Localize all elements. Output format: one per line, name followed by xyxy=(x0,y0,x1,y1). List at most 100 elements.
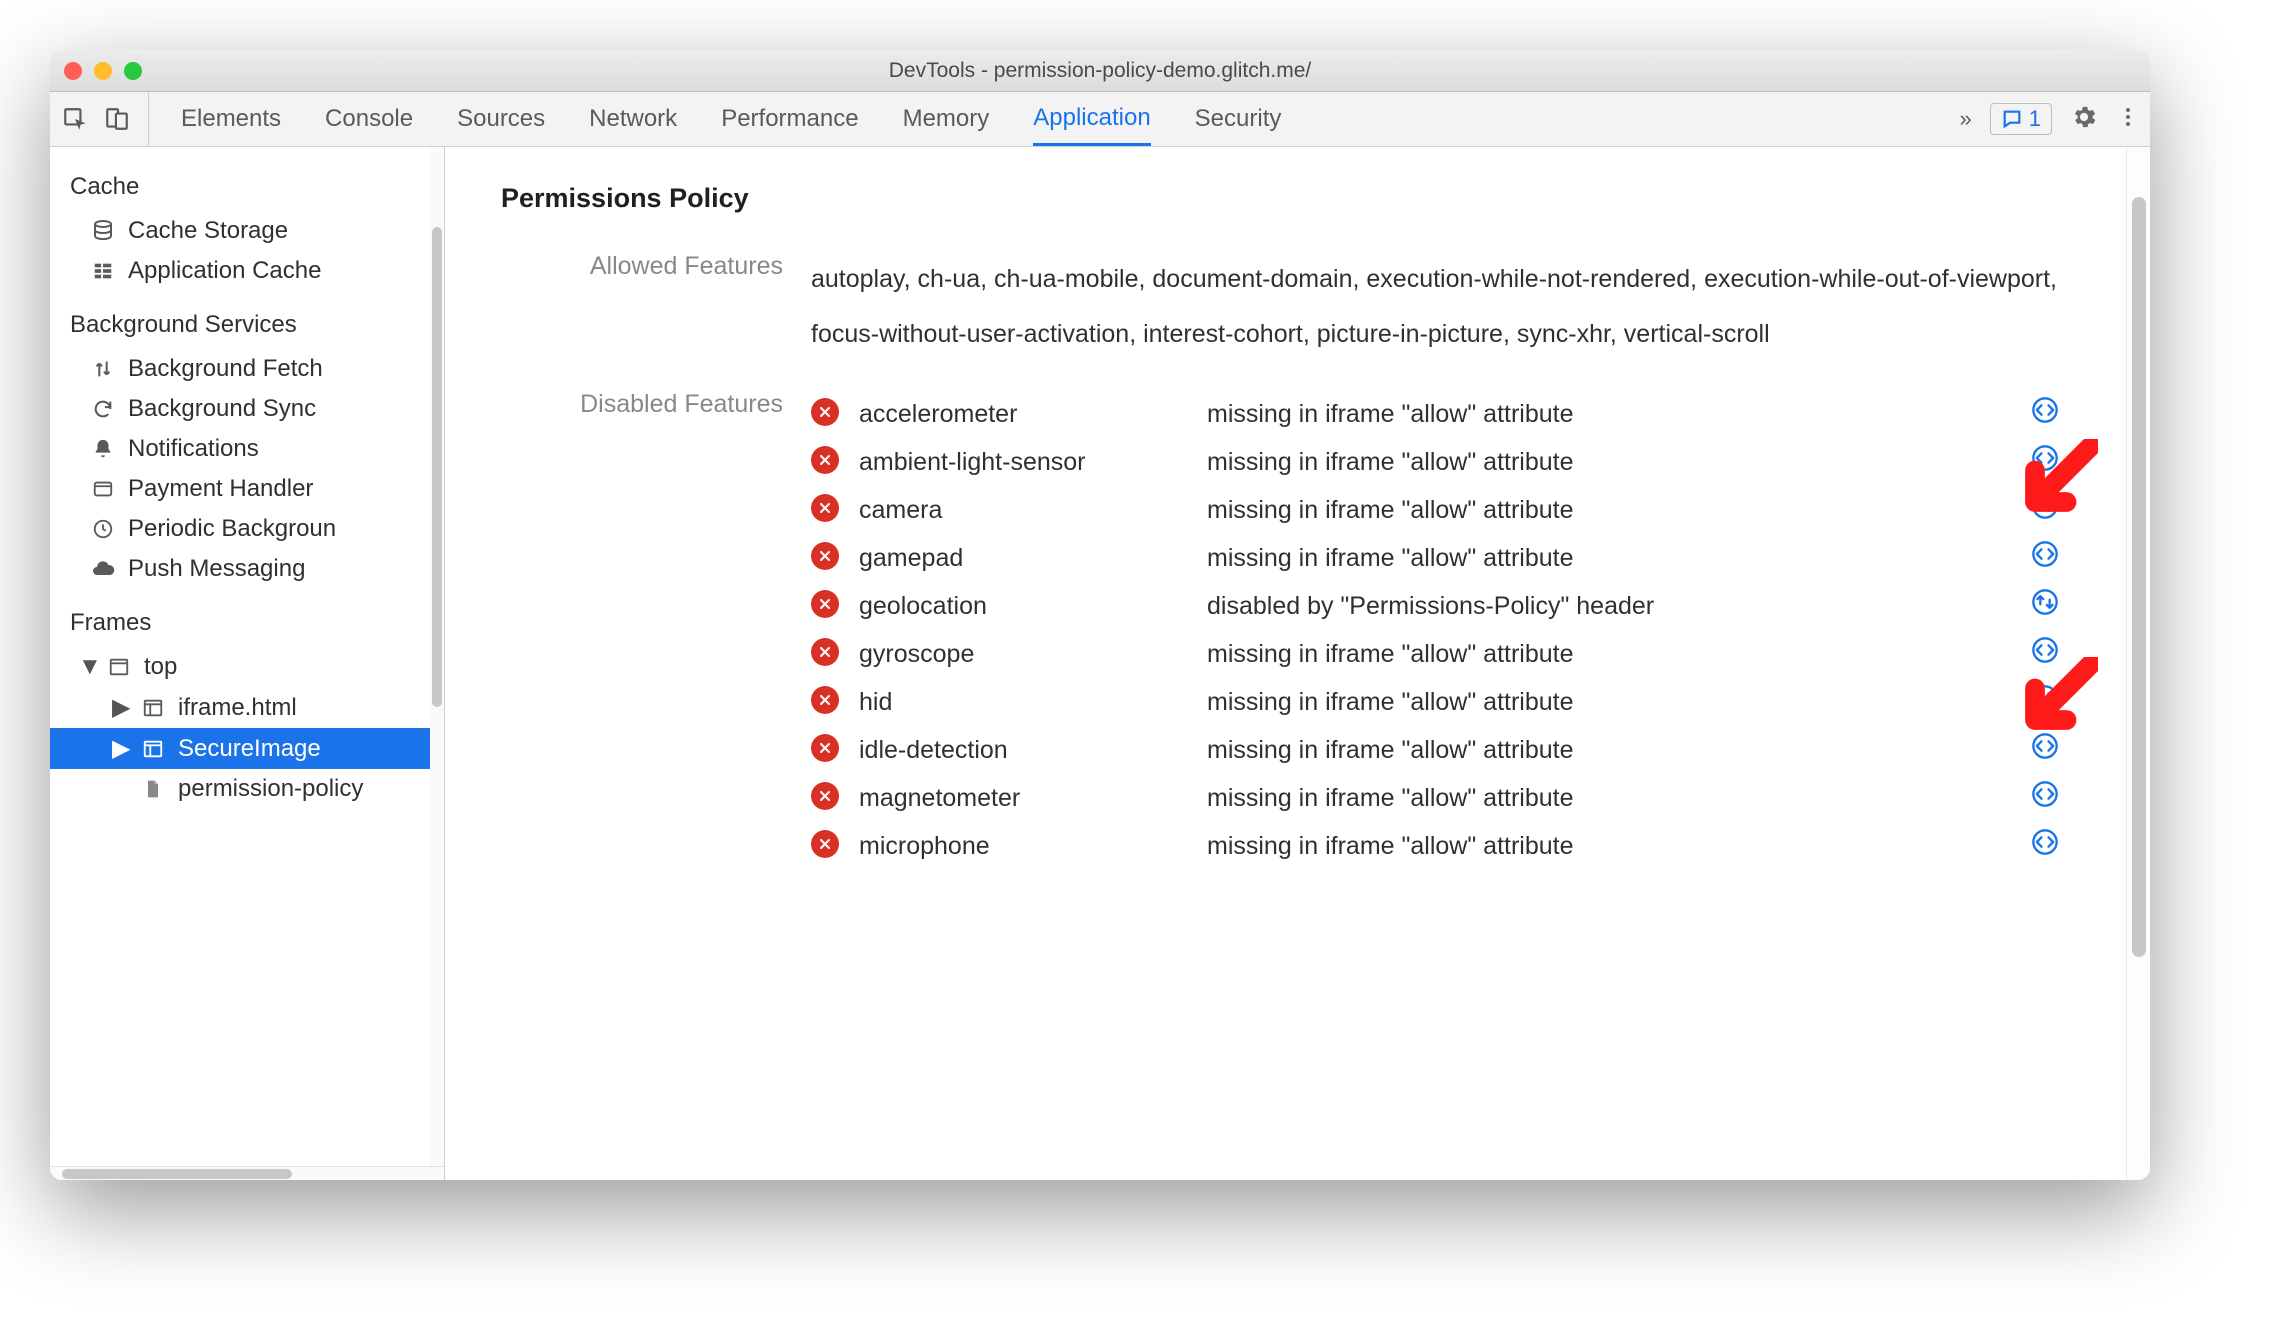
frames-tree-permission-policy[interactable]: permission-policy xyxy=(50,769,444,809)
allowed-features-label: Allowed Features xyxy=(501,252,811,281)
tab-sources[interactable]: Sources xyxy=(457,92,545,146)
updown-arrows-icon xyxy=(90,356,116,382)
more-tabs-button[interactable]: » xyxy=(1960,106,1972,132)
tab-security[interactable]: Security xyxy=(1195,92,1282,146)
error-badge-icon xyxy=(811,542,839,570)
main-panel: Permissions Policy Allowed Features auto… xyxy=(445,147,2150,1180)
disabled-feature-row: accelerometermissing in iframe "allow" a… xyxy=(811,390,2070,438)
reveal-link-icon[interactable] xyxy=(2020,492,2070,520)
reveal-link-icon[interactable] xyxy=(2020,588,2070,616)
feature-name: accelerometer xyxy=(859,394,1199,434)
device-toggle-icon[interactable] xyxy=(102,104,132,134)
feature-name: gyroscope xyxy=(859,634,1199,674)
issues-count: 1 xyxy=(2029,106,2041,132)
frames-tree-top[interactable]: ▼ top xyxy=(50,647,444,687)
disabled-feature-row: geolocationdisabled by "Permissions-Poli… xyxy=(811,582,2070,630)
feature-reason: missing in iframe "allow" attribute xyxy=(1207,682,2012,722)
sidebar-item-label: Periodic Backgroun xyxy=(128,515,336,543)
tab-console[interactable]: Console xyxy=(325,92,413,146)
reveal-link-icon[interactable] xyxy=(2020,732,2070,760)
feature-reason: missing in iframe "allow" attribute xyxy=(1207,730,2012,770)
sidebar-item-label: Push Messaging xyxy=(128,555,305,583)
feature-reason: missing in iframe "allow" attribute xyxy=(1207,634,2012,674)
sidebar-item-label: Background Sync xyxy=(128,395,316,423)
iframe-icon xyxy=(140,736,166,762)
disclosure-triangle-icon[interactable]: ▶ xyxy=(112,693,128,722)
disabled-feature-row: magnetometermissing in iframe "allow" at… xyxy=(811,774,2070,822)
sidebar-item-application-cache[interactable]: Application Cache xyxy=(50,251,444,291)
reveal-link-icon[interactable] xyxy=(2020,444,2070,472)
tab-performance[interactable]: Performance xyxy=(721,92,858,146)
frame-label: SecureImage xyxy=(178,735,321,763)
reveal-link-icon[interactable] xyxy=(2020,780,2070,808)
disabled-features-row: Disabled Features accelerometermissing i… xyxy=(501,390,2070,870)
sidebar-item-label: Notifications xyxy=(128,435,259,463)
sidebar-item-periodic-background[interactable]: Periodic Backgroun xyxy=(50,509,444,549)
main-vertical-scrollbar[interactable] xyxy=(2126,147,2150,1180)
reveal-link-icon[interactable] xyxy=(2020,540,2070,568)
sidebar-item-label: Background Fetch xyxy=(128,355,323,383)
feature-name: ambient-light-sensor xyxy=(859,442,1199,482)
sidebar-section-background-services: Background Services xyxy=(50,291,444,349)
frames-tree-iframe[interactable]: ▶ iframe.html xyxy=(50,687,444,728)
sidebar-item-payment-handler[interactable]: Payment Handler xyxy=(50,469,444,509)
sidebar-item-label: Cache Storage xyxy=(128,217,288,245)
frame-label: permission-policy xyxy=(178,775,363,803)
sidebar-section-cache: Cache xyxy=(50,153,444,211)
allowed-features-row: Allowed Features autoplay, ch-ua, ch-ua-… xyxy=(501,252,2070,362)
window-title: DevTools - permission-policy-demo.glitch… xyxy=(50,59,2150,83)
error-badge-icon xyxy=(811,734,839,762)
sidebar-item-notifications[interactable]: Notifications xyxy=(50,429,444,469)
reveal-link-icon[interactable] xyxy=(2020,636,2070,664)
disclosure-triangle-icon[interactable]: ▼ xyxy=(78,653,94,681)
disabled-feature-row: gamepadmissing in iframe "allow" attribu… xyxy=(811,534,2070,582)
error-badge-icon xyxy=(811,446,839,474)
disabled-feature-row: hidmissing in iframe "allow" attribute xyxy=(811,678,2070,726)
more-options-icon[interactable] xyxy=(2116,105,2140,134)
error-badge-icon xyxy=(811,494,839,522)
sidebar-item-background-fetch[interactable]: Background Fetch xyxy=(50,349,444,389)
reveal-link-icon[interactable] xyxy=(2020,684,2070,712)
sidebar-horizontal-scrollbar[interactable] xyxy=(50,1166,444,1180)
error-badge-icon xyxy=(811,638,839,666)
frame-label: top xyxy=(144,653,177,681)
devtools-window: DevTools - permission-policy-demo.glitch… xyxy=(50,50,2150,1180)
tab-elements[interactable]: Elements xyxy=(181,92,281,146)
disabled-features-label: Disabled Features xyxy=(501,390,811,419)
feature-reason: missing in iframe "allow" attribute xyxy=(1207,538,2012,578)
sidebar-item-background-sync[interactable]: Background Sync xyxy=(50,389,444,429)
devtools-toolbar: Elements Console Sources Network Perform… xyxy=(50,92,2150,147)
disabled-feature-row: idle-detectionmissing in iframe "allow" … xyxy=(811,726,2070,774)
sync-icon xyxy=(90,396,116,422)
credit-card-icon xyxy=(90,476,116,502)
issues-badge[interactable]: 1 xyxy=(1990,103,2052,135)
feature-reason: missing in iframe "allow" attribute xyxy=(1207,394,2012,434)
feature-name: idle-detection xyxy=(859,730,1199,770)
error-badge-icon xyxy=(811,590,839,618)
bell-icon xyxy=(90,436,116,462)
grid-icon xyxy=(90,258,116,284)
sidebar-vertical-scrollbar[interactable] xyxy=(430,147,444,1166)
reveal-link-icon[interactable] xyxy=(2020,396,2070,424)
inspect-element-icon[interactable] xyxy=(60,104,90,134)
frames-tree-secureimage[interactable]: ▶ SecureImage xyxy=(50,728,444,769)
sidebar-item-push-messaging[interactable]: Push Messaging xyxy=(50,549,444,589)
tab-network[interactable]: Network xyxy=(589,92,677,146)
clock-icon xyxy=(90,516,116,542)
settings-icon[interactable] xyxy=(2070,103,2098,136)
allowed-features-text: autoplay, ch-ua, ch-ua-mobile, document-… xyxy=(811,252,2070,362)
feature-reason: missing in iframe "allow" attribute xyxy=(1207,442,2012,482)
tab-memory[interactable]: Memory xyxy=(903,92,990,146)
sidebar-item-cache-storage[interactable]: Cache Storage xyxy=(50,211,444,251)
disabled-feature-row: gyroscopemissing in iframe "allow" attri… xyxy=(811,630,2070,678)
sidebar-item-label: Payment Handler xyxy=(128,475,313,503)
application-sidebar: Cache Cache Storage Application Cache Ba… xyxy=(50,147,445,1180)
feature-reason: missing in iframe "allow" attribute xyxy=(1207,778,2012,818)
feature-name: hid xyxy=(859,682,1199,722)
disclosure-triangle-icon[interactable]: ▶ xyxy=(112,734,128,763)
feature-name: microphone xyxy=(859,826,1199,866)
reveal-link-icon[interactable] xyxy=(2020,828,2070,856)
tab-application[interactable]: Application xyxy=(1033,92,1150,146)
feature-reason: missing in iframe "allow" attribute xyxy=(1207,490,2012,530)
database-icon xyxy=(90,218,116,244)
